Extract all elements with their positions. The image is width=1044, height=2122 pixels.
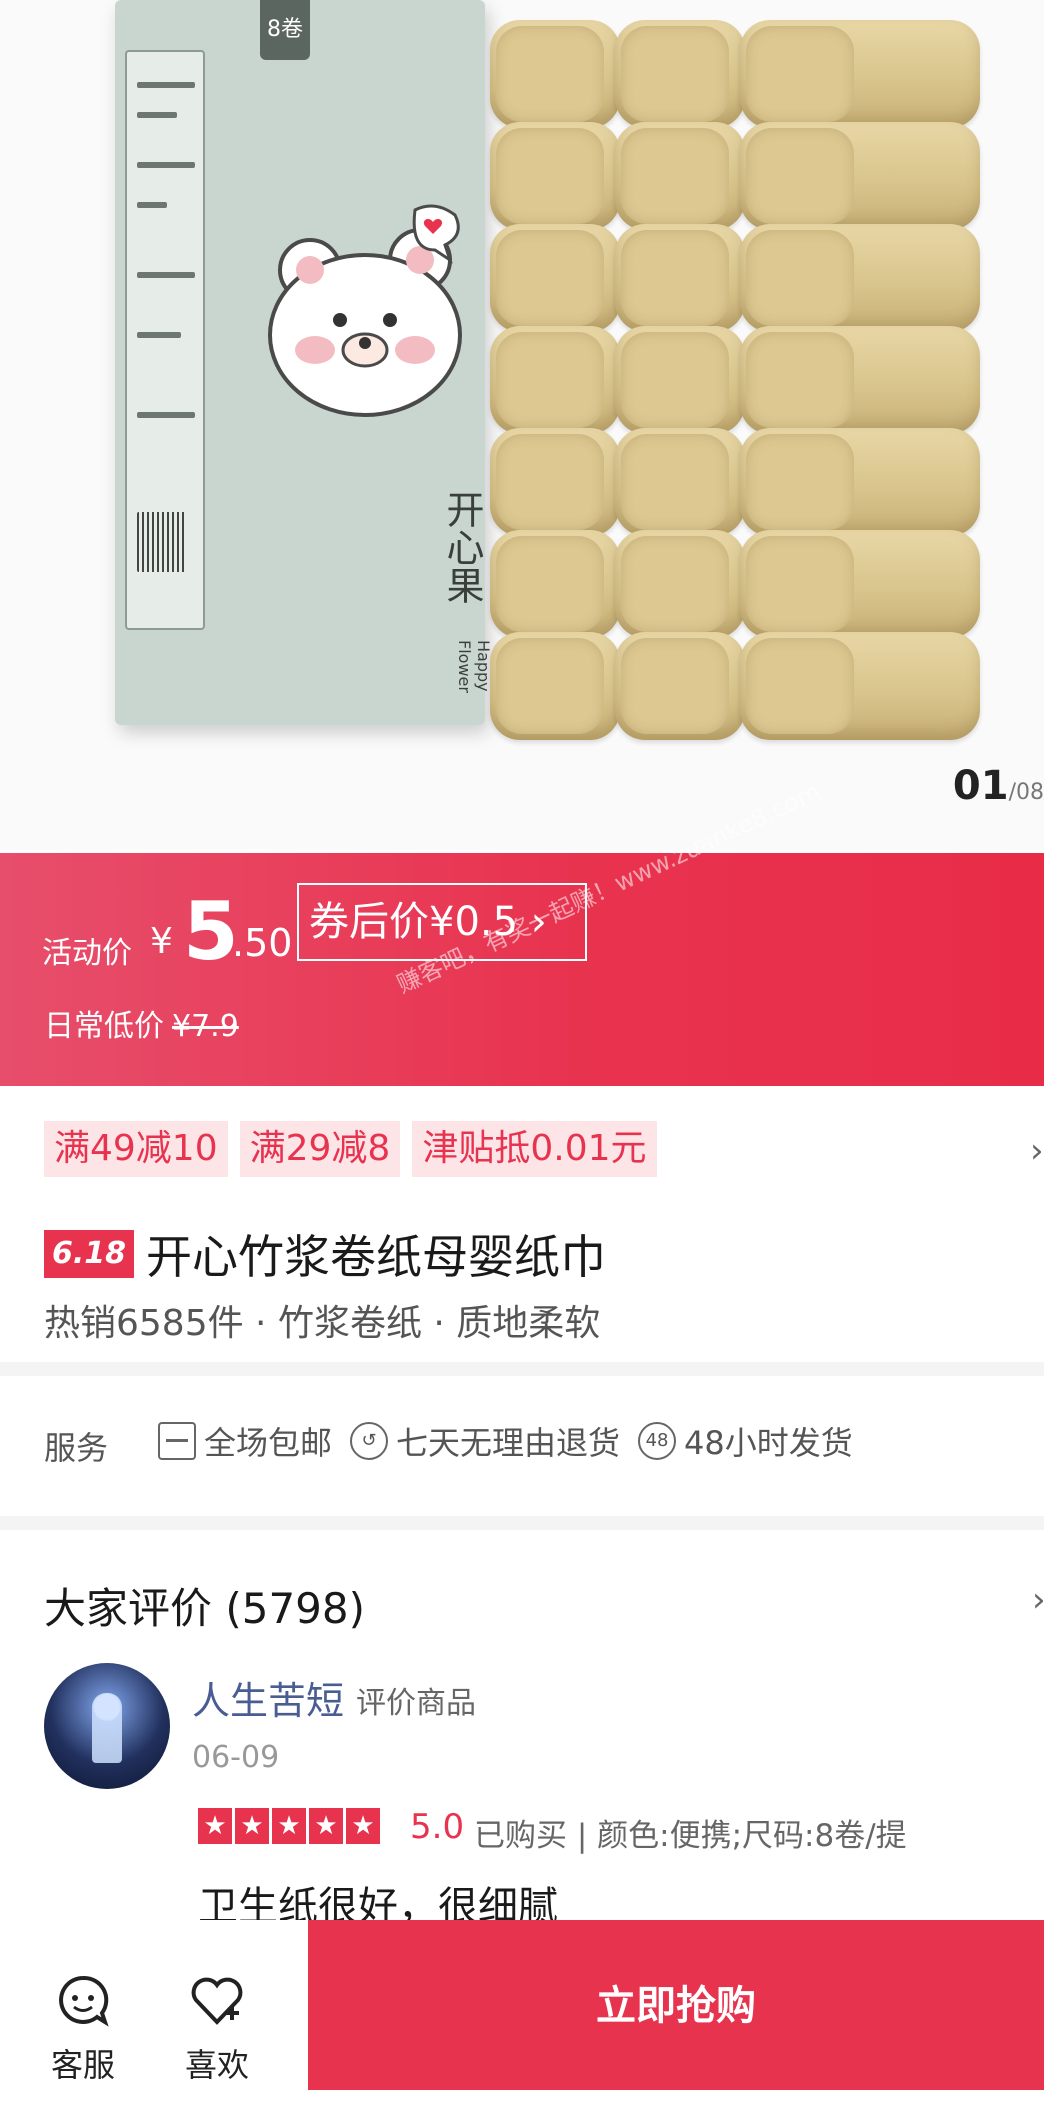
like-label: 喜欢 bbox=[184, 2046, 249, 2084]
product-subline: 热销6585件 · 竹浆卷纸 · 质地柔软 bbox=[44, 1303, 601, 1344]
section-divider bbox=[0, 1362, 1044, 1376]
promo-tag[interactable]: 满29减8 bbox=[239, 1121, 401, 1177]
rating-stars: ★ ★ ★ ★ ★ bbox=[198, 1808, 380, 1844]
image-pager: 01/08 bbox=[953, 763, 1044, 809]
rating-score: 5.0 bbox=[410, 1807, 465, 1847]
customer-service-icon bbox=[59, 1975, 109, 2027]
review-date: 06-09 bbox=[192, 1740, 280, 1775]
buy-now-button[interactable]: 立即抢购 bbox=[308, 1920, 1044, 2090]
activity-price-label: 活动价 bbox=[42, 936, 132, 971]
service-return: ↺ 七天无理由退货 bbox=[350, 1418, 620, 1464]
brand-logo-en: Happy Flower bbox=[455, 640, 493, 693]
review-username[interactable]: 人生苦短 bbox=[192, 1670, 344, 1725]
product-image[interactable]: 8卷 开心果 Happy Flower 01/08 bbox=[0, 0, 1044, 850]
avatar[interactable] bbox=[44, 1663, 170, 1789]
product-title-row: 6.18 开心竹浆卷纸母婴纸巾 bbox=[44, 1221, 606, 1287]
service-item-label: 全场包邮 bbox=[204, 1424, 333, 1462]
reviews-title[interactable]: 大家评价 (5798) bbox=[44, 1575, 365, 1636]
event-badge: 6.18 bbox=[44, 1230, 135, 1278]
service-48h: 48 48小时发货 bbox=[638, 1418, 853, 1464]
chevron-right-icon[interactable]: › bbox=[1032, 1580, 1044, 1620]
box-count-tag: 8卷 bbox=[260, 0, 310, 60]
service-item-label: 48小时发货 bbox=[684, 1424, 853, 1462]
original-price: ¥7.9 bbox=[172, 1009, 239, 1044]
pager-current: 01 bbox=[952, 763, 1009, 809]
tissue-box: 8卷 开心果 Happy Flower bbox=[115, 0, 493, 725]
service-free-shipping: 全场包邮 bbox=[158, 1418, 332, 1464]
package-icon bbox=[158, 1422, 196, 1460]
review-tag: 评价商品 bbox=[356, 1686, 476, 1721]
section-divider bbox=[0, 1516, 1044, 1530]
promo-section: 满49减10 满29减8 津贴抵0.01元 › 6.18 开心竹浆卷纸母婴纸巾 … bbox=[0, 1086, 1044, 1356]
daily-low-price: 日常低价 ¥7.9 bbox=[44, 1001, 239, 1045]
price-integer: 5 bbox=[183, 885, 239, 978]
promo-tag[interactable]: 满49减10 bbox=[44, 1121, 228, 1177]
return-icon: ↺ bbox=[350, 1422, 389, 1460]
currency-symbol: ¥ bbox=[150, 921, 173, 962]
star-icon: ★ bbox=[198, 1808, 232, 1844]
star-icon: ★ bbox=[235, 1808, 269, 1844]
star-icon: ★ bbox=[272, 1808, 306, 1844]
bottom-action-bar: 客服 喜欢 立即抢购 bbox=[0, 1920, 1044, 2122]
box-label-panel bbox=[125, 50, 205, 630]
chevron-right-icon[interactable]: › bbox=[1030, 1131, 1044, 1171]
star-icon: ★ bbox=[346, 1808, 380, 1844]
price-banner: 活动价 ¥ 5 .50 券后价¥0.5 › 日常低价 ¥7.9 赚客吧，有奖一起赚… bbox=[0, 777, 1044, 1086]
price-decimal: .50 bbox=[232, 921, 293, 965]
48h-icon: 48 bbox=[638, 1422, 677, 1460]
customer-service-label: 客服 bbox=[50, 2046, 115, 2084]
heart-plus-icon bbox=[191, 1977, 243, 2025]
service-row[interactable]: 服务 全场包邮 ↺ 七天无理由退货 48 48小时发货 bbox=[0, 1378, 1044, 1514]
service-item-label: 七天无理由退货 bbox=[396, 1424, 621, 1462]
star-icon: ★ bbox=[309, 1808, 343, 1844]
review-meta: 已购买 | 颜色:便携;尺码:8卷/提 bbox=[474, 1818, 907, 1854]
service-label: 服务 bbox=[44, 1429, 109, 1467]
promo-tag[interactable]: 津贴抵0.01元 bbox=[412, 1121, 657, 1177]
pager-total: /08 bbox=[1008, 780, 1044, 805]
customer-service-button[interactable]: 客服 bbox=[38, 1972, 128, 2086]
daily-price-label: 日常低价 bbox=[44, 1009, 164, 1044]
bear-illustration-icon bbox=[268, 204, 462, 417]
promo-tags[interactable]: 满49减10 满29减8 津贴抵0.01元 bbox=[44, 1121, 657, 1177]
brand-logo-cn: 开心果 bbox=[440, 490, 484, 604]
like-button[interactable]: 喜欢 bbox=[172, 1972, 262, 2086]
toilet-paper-rolls bbox=[490, 20, 990, 780]
product-title: 开心竹浆卷纸母婴纸巾 bbox=[146, 1230, 607, 1284]
reviews-section: 大家评价 (5798) › 人生苦短 评价商品 06-09 ★ ★ ★ ★ ★ … bbox=[0, 1530, 1044, 1950]
